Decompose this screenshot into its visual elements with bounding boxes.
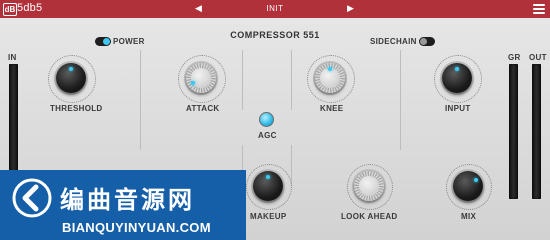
knee-label: KNEE	[320, 104, 344, 113]
input-meter	[9, 64, 18, 174]
output-meter	[532, 64, 541, 199]
input-indicator	[455, 67, 459, 71]
menu-icon[interactable]	[533, 4, 545, 14]
title-bar: dB 5db5 ◀ INIT ▶	[0, 0, 550, 18]
divider-line	[291, 145, 292, 185]
look-ahead-label: LOOK AHEAD	[341, 212, 398, 221]
plugin-title: COMPRESSOR 551	[230, 30, 320, 40]
power-label: POWER	[113, 37, 145, 46]
out-meter-label: OUT	[529, 53, 547, 62]
agc-label: AGC	[258, 131, 277, 140]
mix-label: MIX	[461, 212, 477, 221]
attack-indicator	[191, 81, 195, 85]
agc-button[interactable]	[259, 112, 274, 127]
makeup-label: MAKEUP	[250, 212, 287, 221]
power-toggle[interactable]	[95, 37, 111, 46]
gr-meter-label: GR	[508, 53, 521, 62]
makeup-knob[interactable]	[253, 171, 283, 201]
divider-line	[242, 50, 243, 110]
app-logo: dB	[3, 3, 17, 16]
watermark-banner: 编曲音源网 BIANQUYINYUAN.COM	[0, 170, 246, 240]
input-knob[interactable]	[442, 63, 472, 93]
input-label: INPUT	[445, 104, 471, 113]
makeup-indicator	[266, 175, 270, 179]
sidechain-label: SIDECHAIN	[370, 37, 417, 46]
brand-name: 5db5	[17, 2, 43, 14]
attack-knob[interactable]	[186, 63, 216, 93]
watermark-url: BIANQUYINYUAN.COM	[62, 220, 211, 235]
threshold-knob[interactable]	[56, 63, 86, 93]
sidechain-toggle-dot	[420, 38, 427, 45]
knee-indicator	[328, 67, 332, 71]
prev-preset-button[interactable]: ◀	[195, 3, 202, 14]
divider-line	[140, 50, 141, 150]
mix-indicator	[474, 178, 478, 182]
power-toggle-dot	[103, 38, 110, 45]
watermark-logo-icon	[12, 178, 52, 218]
in-meter-label: IN	[8, 53, 17, 62]
watermark-text: 编曲音源网	[60, 187, 195, 214]
gain-reduction-meter	[509, 64, 518, 199]
divider-line	[400, 50, 401, 150]
next-preset-button[interactable]: ▶	[347, 3, 354, 14]
sidechain-toggle[interactable]	[419, 37, 435, 46]
divider-line	[291, 50, 292, 110]
mix-knob[interactable]	[453, 171, 483, 201]
attack-label: ATTACK	[186, 104, 220, 113]
threshold-indicator	[69, 67, 73, 71]
knee-knob[interactable]	[315, 63, 345, 93]
look-ahead-knob[interactable]	[354, 171, 384, 201]
threshold-label: THRESHOLD	[50, 104, 103, 113]
preset-name[interactable]: INIT	[250, 4, 300, 13]
